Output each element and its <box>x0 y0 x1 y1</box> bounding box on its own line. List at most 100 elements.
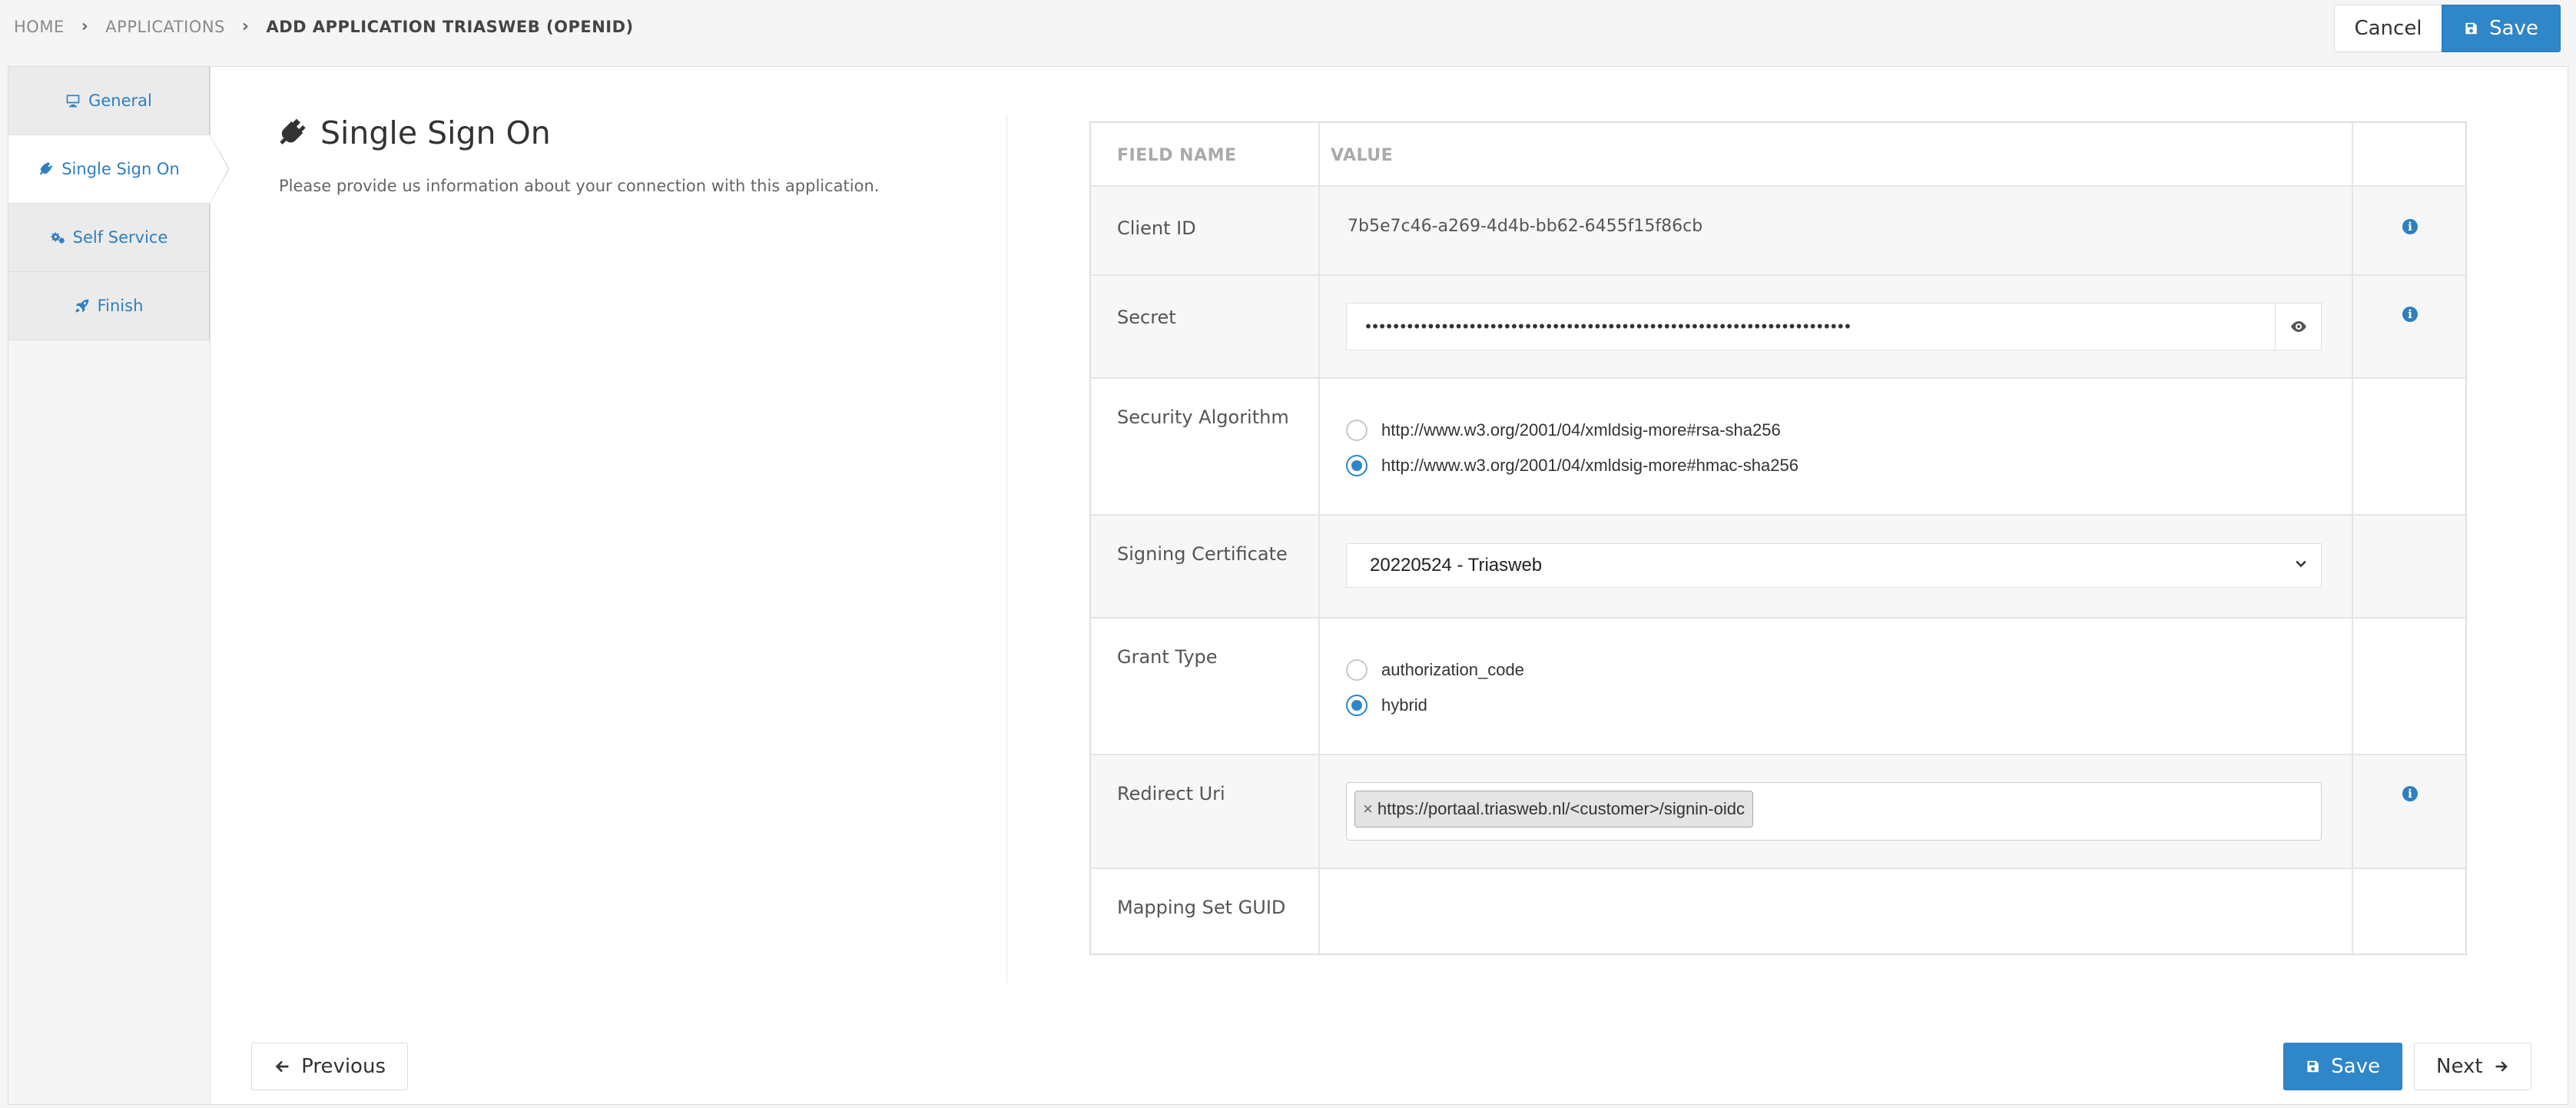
eye-icon <box>2290 321 2306 332</box>
client-id-info-cell: i <box>2353 187 2467 274</box>
arrow-right-icon <box>2495 1061 2508 1072</box>
save-button[interactable]: Save <box>2442 5 2561 52</box>
redirect-uri-info-cell: i <box>2353 755 2467 867</box>
security-algorithm-label: Security Algorithm <box>1091 379 1320 514</box>
save-button-bottom[interactable]: Save <box>2283 1043 2402 1090</box>
show-secret-button[interactable] <box>2275 304 2321 350</box>
table-row-secret: Secret i <box>1091 276 2465 379</box>
tab-single-sign-on[interactable]: Single Sign On <box>8 134 230 204</box>
client-id-cell: 7b5e7c46-a269-4d4b-bb62-6455f15f86cb <box>1320 187 2353 274</box>
cancel-button[interactable]: Cancel <box>2334 5 2442 52</box>
rocket-icon <box>75 299 88 313</box>
breadcrumb: HOME › APPLICATIONS › ADD APPLICATION TR… <box>14 17 634 36</box>
save-label: Save <box>2331 1055 2380 1078</box>
info-icon[interactable]: i <box>2402 786 2418 801</box>
next-button[interactable]: Next <box>2414 1043 2531 1090</box>
header-field-name: FIELD NAME <box>1091 123 1320 185</box>
gears-icon <box>50 232 65 244</box>
security-algorithm-info-cell <box>2353 379 2467 514</box>
breadcrumb-home[interactable]: HOME <box>14 18 65 36</box>
arrow-left-icon <box>275 1060 289 1073</box>
tag-label: https://portaal.triasweb.nl/<customer>/s… <box>1377 799 1745 818</box>
breadcrumb-current: ADD APPLICATION TRIASWEB (OPENID) <box>266 17 634 36</box>
monitor-icon <box>66 95 80 108</box>
header-value: VALUE <box>1320 123 2353 185</box>
save-label: Save <box>2489 17 2538 40</box>
secret-info-cell: i <box>2353 276 2467 377</box>
redirect-uri-cell: × https://portaal.triasweb.nl/<customer>… <box>1320 755 2353 867</box>
table-row-security-algorithm: Security Algorithm http://www.w3.org/200… <box>1091 379 2465 516</box>
field-table: FIELD NAME VALUE Client ID 7b5e7c46-a269… <box>1089 121 2467 955</box>
floppy-disk-icon <box>2465 22 2477 35</box>
radio-option-authorization-code[interactable]: authorization_code <box>1346 652 1524 688</box>
remove-tag-icon[interactable]: × <box>1363 799 1373 819</box>
redirect-uri-label: Redirect Uri <box>1091 755 1320 867</box>
info-icon[interactable]: i <box>2402 219 2418 234</box>
tab-finish-label: Finish <box>97 297 144 315</box>
table-row-client-id: Client ID 7b5e7c46-a269-4d4b-bb62-6455f1… <box>1091 187 2465 276</box>
tab-self-service[interactable]: Self Service <box>8 204 210 272</box>
table-header: FIELD NAME VALUE <box>1091 123 2465 187</box>
section-title-text: Single Sign On <box>320 114 551 151</box>
tab-general[interactable]: General <box>8 67 210 135</box>
header-info <box>2353 123 2467 185</box>
selected-certificate: 20220524 - Triasweb <box>1370 555 1543 576</box>
signing-certificate-label: Signing Certificate <box>1091 516 1320 617</box>
chevron-right-icon: › <box>241 17 250 36</box>
redirect-uri-tag-input[interactable]: × https://portaal.triasweb.nl/<customer>… <box>1346 782 2322 841</box>
radio-button-checked[interactable] <box>1346 695 1368 716</box>
radio-label: http://www.w3.org/2001/04/xmldsig-more#h… <box>1381 456 1799 475</box>
wizard-steps: General Single Sign On Self Service Fini… <box>8 67 230 1104</box>
radio-label: http://www.w3.org/2001/04/xmldsig-more#r… <box>1381 420 1781 440</box>
grant-type-cell: authorization_code hybrid <box>1320 619 2353 754</box>
radio-button[interactable] <box>1346 420 1368 441</box>
info-icon[interactable]: i <box>2402 307 2418 322</box>
table-row-grant-type: Grant Type authorization_code hybrid <box>1091 619 2465 755</box>
chevron-down-icon <box>2296 560 2306 568</box>
floppy-disk-icon <box>2307 1060 2319 1073</box>
radio-label: authorization_code <box>1381 660 1524 679</box>
radio-label: hybrid <box>1381 695 1427 715</box>
secret-cell <box>1320 276 2353 377</box>
breadcrumb-applications[interactable]: APPLICATIONS <box>105 18 225 36</box>
tab-self-service-label: Self Service <box>72 228 168 247</box>
section-description: Please provide us information about your… <box>279 177 880 195</box>
grant-type-info-cell <box>2353 619 2467 754</box>
previous-button[interactable]: Previous <box>251 1043 408 1090</box>
plug-icon <box>280 118 306 144</box>
table-row-redirect-uri: Redirect Uri × https://portaal.triasweb.… <box>1091 755 2465 869</box>
tab-finish[interactable]: Finish <box>8 272 210 340</box>
grant-type-label: Grant Type <box>1091 619 1320 754</box>
radio-button-checked[interactable] <box>1346 455 1368 476</box>
section-title: Single Sign On <box>277 114 551 151</box>
radio-option-hmac-sha256[interactable]: http://www.w3.org/2001/04/xmldsig-more#h… <box>1346 448 1799 483</box>
secret-field <box>1346 303 2322 350</box>
security-algorithm-cell: http://www.w3.org/2001/04/xmldsig-more#r… <box>1320 379 2353 514</box>
signing-certificate-cell: 20220524 - Triasweb <box>1320 516 2353 617</box>
grant-type-radio-group: authorization_code hybrid <box>1346 652 1524 723</box>
secret-label: Secret <box>1091 276 1320 377</box>
chevron-right-icon: › <box>81 17 89 36</box>
signing-certificate-select[interactable]: 20220524 - Triasweb <box>1346 543 2322 588</box>
top-bar: HOME › APPLICATIONS › ADD APPLICATION TR… <box>0 0 2576 60</box>
table-row-signing-certificate: Signing Certificate 20220524 - Triasweb <box>1091 516 2465 619</box>
client-id-value: 7b5e7c46-a269-4d4b-bb62-6455f15f86cb <box>1348 217 1703 236</box>
security-algorithm-radio-group: http://www.w3.org/2001/04/xmldsig-more#r… <box>1346 413 1799 483</box>
main-card: General Single Sign On Self Service Fini… <box>8 66 2568 1105</box>
secret-input[interactable] <box>1347 304 2275 350</box>
plug-icon <box>39 161 53 175</box>
table-row-mapping-set-guid: Mapping Set GUID <box>1091 869 2465 954</box>
radio-option-rsa-sha256[interactable]: http://www.w3.org/2001/04/xmldsig-more#r… <box>1346 413 1799 448</box>
radio-button[interactable] <box>1346 659 1368 681</box>
signing-certificate-info-cell <box>2353 516 2467 617</box>
mapping-set-guid-cell <box>1320 869 2353 954</box>
client-id-label: Client ID <box>1091 187 1320 274</box>
radio-option-hybrid[interactable]: hybrid <box>1346 688 1524 723</box>
tab-general-label: General <box>88 91 152 110</box>
vertical-divider <box>1006 114 1007 983</box>
tab-single-sign-on-label: Single Sign On <box>61 160 180 178</box>
mapping-set-guid-label: Mapping Set GUID <box>1091 869 1320 954</box>
top-actions: Cancel Save <box>2334 5 2561 52</box>
cancel-label: Cancel <box>2354 17 2422 40</box>
next-label: Next <box>2436 1055 2483 1078</box>
